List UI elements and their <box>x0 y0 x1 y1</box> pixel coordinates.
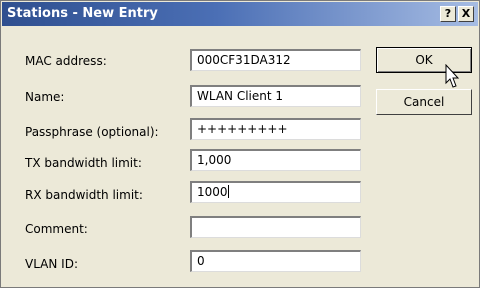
comment-label: Comment: <box>25 222 88 236</box>
rx-bandwidth-field[interactable]: 1000 <box>190 181 361 203</box>
close-icon[interactable]: X <box>458 6 474 22</box>
cancel-button[interactable]: Cancel <box>376 89 472 115</box>
text-caret <box>227 185 229 198</box>
comment-field[interactable] <box>190 216 361 238</box>
help-icon[interactable]: ? <box>440 6 456 22</box>
passphrase-field[interactable]: +++++++++ <box>190 118 361 140</box>
tx-bandwidth-field[interactable]: 1,000 <box>190 149 361 171</box>
rx-bandwidth-value: 1000 <box>197 185 228 199</box>
name-field[interactable]: WLAN Client 1 <box>190 85 361 107</box>
tx-bandwidth-label: TX bandwidth limit: <box>25 156 142 170</box>
passphrase-label: Passphrase (optional): <box>25 125 159 139</box>
title-bar[interactable]: Stations - New Entry ? X <box>2 2 478 26</box>
mouse-pointer-icon <box>445 64 460 88</box>
name-label: Name: <box>25 90 65 104</box>
window-title: Stations - New Entry <box>7 6 158 21</box>
mac-address-label: MAC address: <box>25 54 107 68</box>
mac-address-field[interactable]: 000CF31DA312 <box>190 49 361 71</box>
rx-bandwidth-label: RX bandwidth limit: <box>25 188 143 202</box>
vlan-id-label: VLAN ID: <box>25 257 78 271</box>
vlan-id-field[interactable]: 0 <box>190 250 361 272</box>
dialog-window: Stations - New Entry ? X MAC address: 00… <box>0 0 480 288</box>
